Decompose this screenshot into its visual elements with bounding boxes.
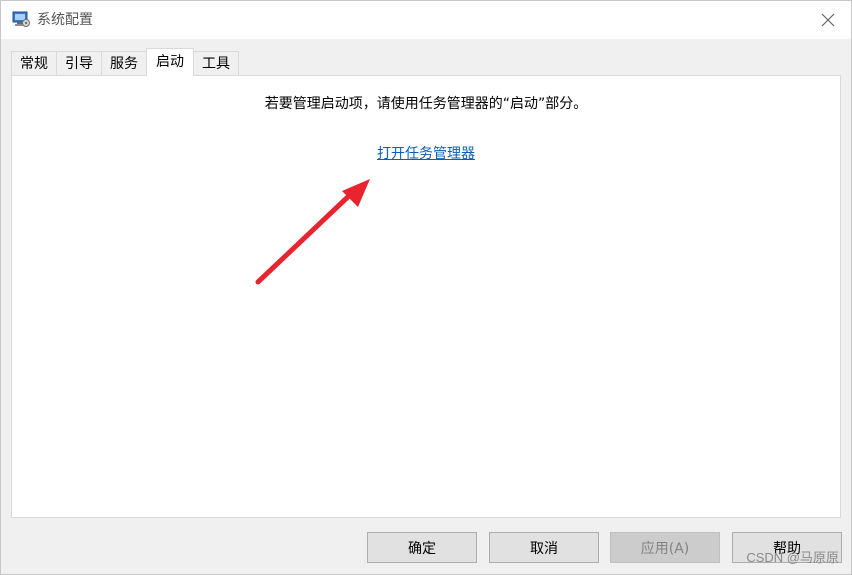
startup-info-text: 若要管理启动项，请使用任务管理器的“启动”部分。 (264, 96, 588, 112)
open-task-manager-link[interactable]: 打开任务管理器 (377, 146, 475, 162)
tab-strip: 常规 引导 服务 启动 工具 (11, 48, 239, 76)
close-button[interactable] (805, 1, 851, 39)
tab-tools[interactable]: 工具 (193, 51, 239, 76)
ok-button[interactable]: 确定 (367, 532, 477, 563)
tab-services[interactable]: 服务 (101, 51, 147, 76)
window-title: 系统配置 (37, 12, 93, 28)
open-task-manager-link-row: 打开任务管理器 (12, 143, 840, 163)
apply-button[interactable]: 应用(A) (610, 532, 720, 563)
tab-boot[interactable]: 引导 (56, 51, 102, 76)
cancel-button[interactable]: 取消 (489, 532, 599, 563)
system-config-app-icon (12, 11, 30, 27)
csdn-watermark: CSDN @马原原 (746, 550, 839, 565)
system-config-window: 系统配置 常规 引导 服务 启动 工具 若要管理启动项，请使用任务管理器的“启动… (0, 0, 852, 575)
title-bar[interactable]: 系统配置 (1, 1, 851, 39)
startup-tab-panel: 若要管理启动项，请使用任务管理器的“启动”部分。 打开任务管理器 (11, 75, 841, 518)
close-icon (821, 13, 835, 27)
tab-startup[interactable]: 启动 (146, 48, 194, 76)
tab-general[interactable]: 常规 (11, 51, 57, 76)
